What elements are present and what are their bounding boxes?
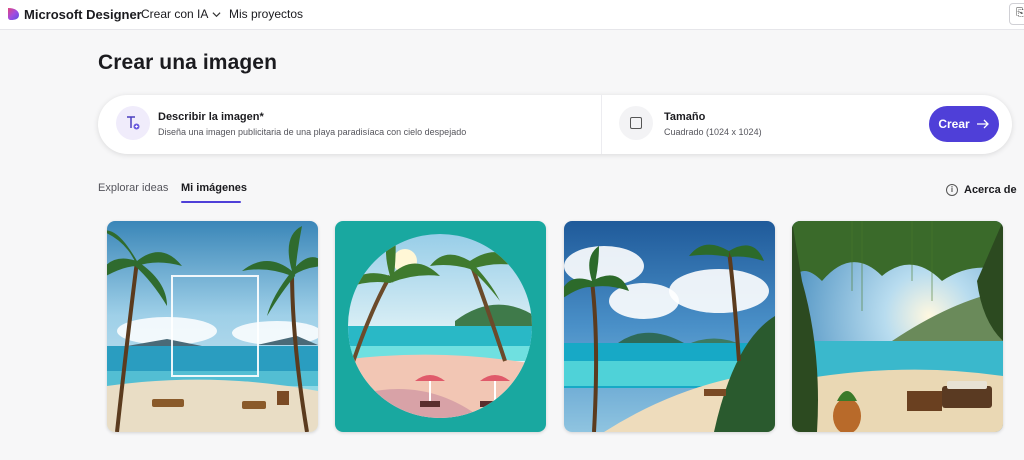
generated-image-3[interactable] (564, 221, 775, 432)
nav-create-with-ai[interactable]: Crear con IA (141, 7, 221, 21)
about-button[interactable]: i Acerca de (946, 184, 1017, 196)
nav-my-projects[interactable]: Mis proyectos (229, 7, 303, 21)
generated-image-4[interactable] (792, 221, 1003, 432)
describe-image-label: Describir la imagen* (158, 111, 264, 123)
chevron-down-icon (212, 11, 221, 17)
account-icon: ⎘ (1016, 7, 1024, 19)
account-button[interactable]: ⎘ (1009, 3, 1024, 25)
square-size-icon[interactable] (619, 106, 653, 140)
divider (601, 95, 602, 154)
generated-image-2[interactable] (335, 221, 546, 432)
size-label: Tamaño (664, 111, 706, 123)
nav-create-label: Crear con IA (141, 7, 209, 21)
active-tab-indicator (181, 201, 241, 203)
app-title[interactable]: Microsoft Designer (24, 7, 142, 22)
create-button-label: Crear (938, 117, 970, 131)
text-prompt-icon[interactable] (116, 106, 150, 140)
size-selector[interactable]: Cuadrado (1024 x 1024) (664, 127, 762, 137)
describe-image-input[interactable]: Diseña una imagen publicitaria de una pl… (158, 127, 466, 137)
about-label: Acerca de (964, 184, 1017, 196)
page-title: Crear una imagen (98, 51, 277, 74)
tab-explore-ideas[interactable]: Explorar ideas (98, 182, 168, 194)
microsoft-designer-logo-icon[interactable] (6, 7, 20, 21)
prompt-card: Describir la imagen* Diseña una imagen p… (98, 95, 1012, 154)
tab-my-images[interactable]: Mi imágenes (181, 182, 247, 194)
top-bar: Microsoft Designer Crear con IA Mis proy… (0, 0, 1024, 30)
arrow-right-icon (976, 119, 989, 129)
create-button[interactable]: Crear (929, 106, 999, 142)
info-icon: i (946, 184, 958, 196)
generated-image-1[interactable] (107, 221, 318, 432)
